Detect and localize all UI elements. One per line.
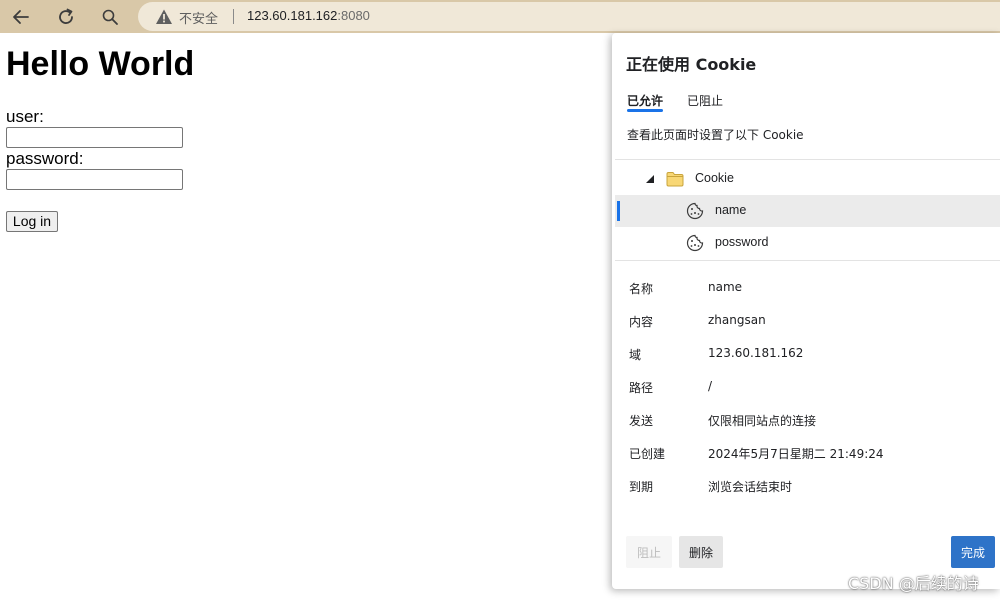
detail-key: 路径 [629, 381, 654, 395]
detail-row-content: 内容 zhangsan [629, 313, 989, 333]
tree-item-name[interactable]: name [615, 195, 1000, 227]
tree-item-label: name [715, 203, 747, 217]
tree-folder-row[interactable]: Cookie [615, 163, 1000, 195]
search-icon[interactable] [97, 4, 123, 30]
url-host: 123.60.181.162 [247, 8, 338, 23]
tree-item-possword[interactable]: possword [615, 227, 1000, 259]
detail-key: 到期 [629, 480, 654, 494]
active-tab-indicator [627, 109, 663, 112]
panel-title: 正在使用 Cookie [626, 55, 757, 74]
url-port: :8080 [337, 8, 370, 23]
detail-value: 浏览会话结束时 [708, 480, 793, 494]
browser-toolbar: 不安全 123.60.181.162:8080 [0, 0, 1000, 33]
cookie-icon [686, 202, 704, 220]
tab-blocked[interactable]: 已阻止 [687, 92, 723, 109]
detail-value: 123.60.181.162 [708, 346, 804, 360]
detail-value: name [708, 280, 743, 294]
divider [615, 159, 1000, 160]
block-button[interactable]: 阻止 [626, 536, 672, 568]
tree-item-label: possword [715, 235, 769, 249]
detail-row-domain: 域 123.60.181.162 [629, 346, 989, 366]
address-bar[interactable]: 不安全 123.60.181.162:8080 [138, 2, 1000, 31]
detail-key: 发送 [629, 414, 654, 428]
folder-icon [666, 172, 684, 187]
user-label: user: [6, 107, 44, 126]
watermark: CSDN @后续的诗 [848, 574, 979, 593]
back-arrow-icon[interactable] [8, 4, 34, 30]
done-button[interactable]: 完成 [951, 536, 995, 568]
security-status-label[interactable]: 不安全 [179, 8, 218, 27]
user-input[interactable] [6, 127, 183, 148]
detail-key: 名称 [629, 282, 654, 296]
selection-indicator [617, 201, 620, 221]
tab-allowed[interactable]: 已允许 [627, 92, 663, 109]
url-text[interactable]: 123.60.181.162:8080 [247, 8, 370, 23]
panel-description: 查看此页面时设置了以下 Cookie [627, 128, 804, 142]
login-button[interactable]: Log in [6, 211, 58, 232]
detail-value: zhangsan [708, 313, 766, 327]
detail-row-expires: 到期 浏览会话结束时 [629, 478, 989, 498]
detail-key: 内容 [629, 315, 654, 329]
reload-icon[interactable] [53, 4, 79, 30]
password-input[interactable] [6, 169, 183, 190]
divider [615, 260, 1000, 261]
page-heading: Hello World [6, 45, 195, 83]
warning-icon[interactable] [155, 8, 173, 26]
detail-key: 已创建 [629, 447, 666, 461]
detail-value: 2024年5月7日星期二 21:49:24 [708, 447, 884, 461]
cookie-icon [686, 234, 704, 252]
detail-row-path: 路径 / [629, 379, 989, 399]
detail-row-name: 名称 name [629, 280, 989, 300]
detail-value: / [708, 379, 713, 393]
expand-triangle-icon[interactable] [645, 174, 655, 184]
cookie-panel: 正在使用 Cookie 已允许 已阻止 查看此页面时设置了以下 Cookie C… [612, 33, 1000, 589]
delete-button[interactable]: 删除 [679, 536, 723, 568]
detail-row-created: 已创建 2024年5月7日星期二 21:49:24 [629, 445, 989, 465]
tree-folder-label: Cookie [695, 171, 734, 185]
address-separator [233, 9, 234, 24]
detail-value: 仅限相同站点的连接 [708, 414, 817, 428]
detail-key: 域 [629, 348, 642, 362]
detail-row-send-for: 发送 仅限相同站点的连接 [629, 412, 989, 432]
password-label: password: [6, 149, 84, 168]
